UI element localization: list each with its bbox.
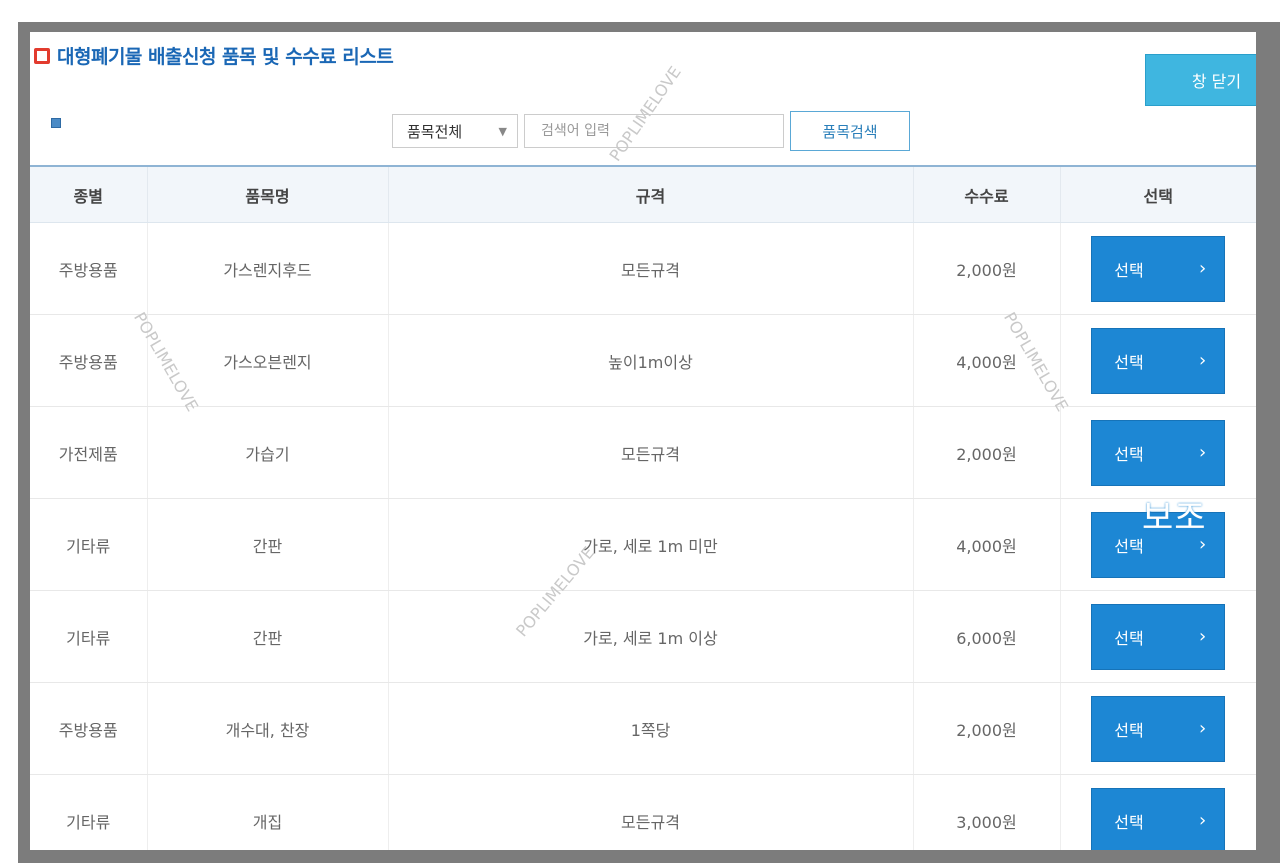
chevron-right-icon: › [1199,258,1207,279]
select-button-label: 선택 [1114,260,1144,280]
search-bar: 품목전체 ▼ 품목검색 [392,110,910,152]
cell-select: 선택 › [1060,682,1256,775]
cell-type: 주방용품 [30,314,148,407]
cell-fee: 4,000원 [913,314,1061,407]
cell-fee: 2,000원 [913,222,1061,315]
cell-fee: 4,000원 [913,498,1061,591]
chevron-right-icon: › [1199,810,1207,831]
chevron-right-icon: › [1199,718,1207,739]
page-title-text: 대형폐기물 배출신청 품목 및 수수료 리스트 [57,46,394,68]
close-window-button[interactable]: 창 닫기 [1145,54,1256,106]
cell-type: 기타류 [30,590,148,683]
cell-spec: 가로, 세로 1m 미만 [388,498,914,591]
select-button-label: 선택 [1114,444,1144,464]
header-type: 종별 [30,165,148,223]
cell-spec: 가로, 세로 1m 이상 [388,590,914,683]
cell-spec: 1쪽당 [388,682,914,775]
select-button-label: 선택 [1114,720,1144,740]
cell-type: 기타류 [30,774,148,850]
header-select: 선택 [1060,165,1256,223]
cell-type: 가전제품 [30,406,148,499]
select-button[interactable]: 선택 › [1091,603,1226,670]
cell-select: 선택 › [1060,406,1256,499]
category-select-value: 품목전체 [407,122,463,141]
select-button-label: 선택 [1114,812,1144,832]
table-row: 가전제품 가습기 모든규격 2,000원 선택 › [30,406,1256,499]
overlay-caption: 보조 [1142,498,1207,538]
search-input[interactable] [524,114,784,148]
cell-type: 기타류 [30,498,148,591]
cell-name: 개수대, 찬장 [147,682,389,775]
title-square-icon [34,47,50,64]
caret-down-icon: ▼ [498,124,507,138]
cell-select: 선택 › [1060,774,1256,850]
table-row: 기타류 간판 가로, 세로 1m 이상 6,000원 선택 › [30,590,1256,683]
page-title: 대형폐기물 배출신청 품목 및 수수료 리스트 [34,42,394,69]
header-spec: 규격 [388,165,914,223]
fee-table: 종별 품목명 규격 수수료 선택 주방용품 가스렌지후드 모든규격 2,000원… [30,165,1256,850]
category-select[interactable]: 품목전체 ▼ [392,114,518,148]
table-row: 주방용품 가스렌지후드 모든규격 2,000원 선택 › [30,222,1256,315]
select-button[interactable]: 선택 › [1091,235,1226,302]
cell-spec: 모든규격 [388,222,914,315]
select-button-label: 선택 [1114,536,1144,556]
cell-fee: 6,000원 [913,590,1061,683]
select-button[interactable]: 선택 › [1091,419,1226,486]
select-button-label: 선택 [1114,628,1144,648]
search-button[interactable]: 품목검색 [790,111,910,151]
cell-name: 간판 [147,498,389,591]
bullet-square-icon [51,118,61,128]
cell-select: 선택 › [1060,222,1256,315]
cell-select: 선택 › [1060,590,1256,683]
select-button-label: 선택 [1114,352,1144,372]
popup-panel: 대형폐기물 배출신청 품목 및 수수료 리스트 창 닫기 품목전체 ▼ 품목검색… [30,32,1256,850]
cell-type: 주방용품 [30,222,148,315]
header-fee: 수수료 [913,165,1061,223]
table-row: 주방용품 개수대, 찬장 1쪽당 2,000원 선택 › [30,682,1256,775]
cell-select: 선택 › [1060,314,1256,407]
cell-fee: 3,000원 [913,774,1061,850]
chevron-right-icon: › [1199,442,1207,463]
select-button[interactable]: 선택 › [1091,695,1226,762]
select-button[interactable]: 선택 › [1091,327,1226,394]
cell-type: 주방용품 [30,682,148,775]
cell-name: 간판 [147,590,389,683]
table-row: 기타류 개집 모든규격 3,000원 선택 › [30,774,1256,850]
chevron-right-icon: › [1199,350,1207,371]
cell-spec: 높이1m이상 [388,314,914,407]
table-row: 기타류 간판 가로, 세로 1m 미만 4,000원 선택 › [30,498,1256,591]
cell-name: 가스렌지후드 [147,222,389,315]
cell-fee: 2,000원 [913,682,1061,775]
cell-name: 가습기 [147,406,389,499]
header-name: 품목명 [147,165,389,223]
cell-fee: 2,000원 [913,406,1061,499]
chevron-right-icon: › [1199,626,1207,647]
table-row: 주방용품 가스오븐렌지 높이1m이상 4,000원 선택 › [30,314,1256,407]
cell-spec: 모든규격 [388,774,914,850]
select-button[interactable]: 선택 › [1091,787,1226,850]
cell-name: 가스오븐렌지 [147,314,389,407]
cell-name: 개집 [147,774,389,850]
table-header-row: 종별 품목명 규격 수수료 선택 [30,165,1256,223]
cell-spec: 모든규격 [388,406,914,499]
